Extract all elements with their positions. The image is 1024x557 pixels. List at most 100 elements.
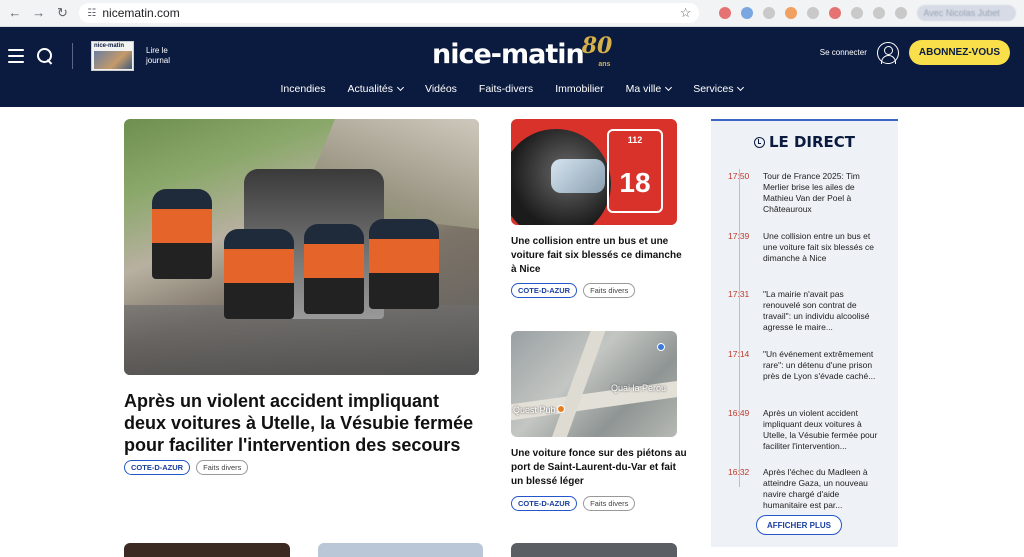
live-entry-time: 17:39 <box>728 231 750 241</box>
extension-icon[interactable] <box>807 7 820 19</box>
tag-region[interactable]: COTE-D-AZUR <box>124 460 191 475</box>
badge-number: 18 <box>619 167 651 198</box>
live-entry-time: 17:31 <box>728 289 750 299</box>
extension-icon[interactable] <box>763 7 776 19</box>
nav-item-faits-divers[interactable]: Faits-divers <box>479 83 533 95</box>
nav-item-actualites[interactable]: Actualités <box>347 83 405 95</box>
profile-chip[interactable]: Avec Nicolas Jubet <box>917 5 1017 21</box>
article-image-map[interactable]: Quai la Perou Quest Pub <box>511 331 677 437</box>
hero-article-title[interactable]: Après un violent accident impliquant deu… <box>124 390 484 456</box>
hero-tags: COTE-D-AZUR Faits divers <box>124 460 249 475</box>
image-firefighter <box>224 229 294 319</box>
extension-icon[interactable] <box>785 7 798 19</box>
login-link[interactable]: Se connecter <box>820 48 867 57</box>
badge-top-number: 112 <box>627 135 643 145</box>
read-journal-line2: journal <box>146 56 171 65</box>
nav-label: Actualités <box>347 83 393 95</box>
nav-label: Incendies <box>280 83 326 95</box>
show-more-button[interactable]: AFFICHER PLUS <box>756 515 842 535</box>
nav-item-videos[interactable]: Vidéos <box>425 83 457 95</box>
journal-thumbnail[interactable]: nice-matin <box>91 41 134 71</box>
live-entry-time: 16:49 <box>728 408 750 418</box>
address-bar[interactable]: ☷ nicematin.com ☆ <box>79 3 700 23</box>
site-logo[interactable]: nice-matin 80 ans <box>432 33 612 70</box>
logo-ans: ans <box>598 61 611 68</box>
search-icon[interactable] <box>36 47 54 65</box>
nav-label: Immobilier <box>555 83 604 95</box>
extensions-bar <box>719 7 908 19</box>
emergency-badge: 112 18 <box>607 129 663 213</box>
chevron-down-icon <box>737 83 745 92</box>
image-firefighter <box>152 189 212 279</box>
reload-icon[interactable]: ↻ <box>56 6 70 20</box>
main-nav: Incendies Actualités Vidéos Faits-divers… <box>0 83 1024 95</box>
map-label-pub: Quest Pub <box>513 405 556 415</box>
live-feed-title: LE DIRECT <box>768 133 856 151</box>
image-visor <box>551 159 605 193</box>
logo-anniversary: 80 <box>581 33 613 59</box>
tag-region[interactable]: COTE-D-AZUR <box>511 496 578 511</box>
extension-icon[interactable] <box>719 7 732 19</box>
extension-icon[interactable] <box>851 7 864 19</box>
hero-article-image[interactable] <box>124 119 479 375</box>
article-title-pedestrians[interactable]: Une voiture fonce sur des piétons au por… <box>511 447 689 489</box>
next-article-thumbnail[interactable] <box>124 543 290 557</box>
nav-item-immobilier[interactable]: Immobilier <box>555 83 603 95</box>
nav-label: Vidéos <box>425 83 457 95</box>
nav-item-incendies[interactable]: Incendies <box>281 83 326 95</box>
live-entry-time: 17:14 <box>728 349 750 359</box>
tag-section[interactable]: Faits divers <box>196 460 249 475</box>
chevron-down-icon <box>665 83 673 92</box>
extension-icon[interactable] <box>873 7 886 19</box>
live-entry-text: "Un événement extrêmement rare": un déte… <box>763 349 876 381</box>
extension-icon[interactable] <box>895 7 908 19</box>
map-pin-icon <box>557 405 565 413</box>
address-url[interactable]: nicematin.com <box>102 6 673 20</box>
menu-icon[interactable] <box>8 49 24 63</box>
bookmark-star-icon[interactable]: ☆ <box>680 5 692 21</box>
article-tags-pedestrians: COTE-D-AZUR Faits divers <box>511 496 636 511</box>
image-firefighter <box>304 224 364 314</box>
site-info-icon[interactable]: ☷ <box>87 8 96 19</box>
subscribe-button[interactable]: ABONNEZ-VOUS <box>908 40 1010 65</box>
live-entry-text: Une collision entre un bus et une voitur… <box>763 231 875 263</box>
live-entry-time: 17:50 <box>728 171 750 181</box>
extension-icon[interactable] <box>829 7 842 19</box>
nav-item-ma-ville[interactable]: Ma ville <box>625 83 673 95</box>
back-arrow-icon[interactable]: ← <box>8 6 22 20</box>
live-feed-header: LE DIRECT <box>711 133 898 151</box>
clock-icon <box>753 136 765 148</box>
nav-label: Ma ville <box>625 83 662 95</box>
nav-label: Services <box>693 83 734 95</box>
extension-icon[interactable] <box>741 7 754 19</box>
live-entry-text: Tour de France 2025: Tim Merlier brise l… <box>763 171 860 214</box>
read-journal-link[interactable]: Lire le journal <box>146 46 170 66</box>
journal-thumb-title: nice-matin <box>94 43 125 49</box>
chevron-down-icon <box>396 83 405 92</box>
live-entry-text: Après un violent accident impliquant deu… <box>763 408 878 451</box>
next-article-thumbnail[interactable] <box>318 543 483 557</box>
article-tags-collision: COTE-D-AZUR Faits divers <box>511 283 636 298</box>
timeline-line <box>739 169 740 487</box>
next-article-thumbnail[interactable] <box>511 543 677 557</box>
tag-section[interactable]: Faits divers <box>583 496 636 511</box>
forward-arrow-icon[interactable]: → <box>32 6 46 20</box>
article-title-collision[interactable]: Une collision entre un bus et une voitur… <box>511 235 689 277</box>
header-divider <box>72 43 73 69</box>
tag-section[interactable]: Faits divers <box>583 283 636 298</box>
read-journal-line1: Lire le <box>146 46 168 55</box>
nav-item-services[interactable]: Services <box>693 83 745 95</box>
main-content: Après un violent accident impliquant deu… <box>0 107 1024 557</box>
header-right: Se connecter ABONNEZ-VOUS <box>820 40 1010 65</box>
image-firefighter <box>369 219 439 309</box>
live-entry-text: Après l'échec du Madleen à atteindre Gaz… <box>763 467 868 510</box>
tag-region[interactable]: COTE-D-AZUR <box>511 283 578 298</box>
article-image-collision[interactable]: 112 18 <box>511 119 677 225</box>
site-header: nice-matin Lire le journal nice-matin 80… <box>0 27 1024 107</box>
logo-wordmark: nice-matin <box>432 39 585 70</box>
live-entry-time: 16:32 <box>728 467 750 477</box>
map-pin-icon <box>657 343 665 351</box>
live-feed-panel: LE DIRECT 17:50 Tour de France 2025: Tim… <box>711 119 898 547</box>
live-entry-text: "La mairie n'avait pas renouvelé son con… <box>763 289 870 332</box>
user-icon[interactable] <box>876 41 899 64</box>
